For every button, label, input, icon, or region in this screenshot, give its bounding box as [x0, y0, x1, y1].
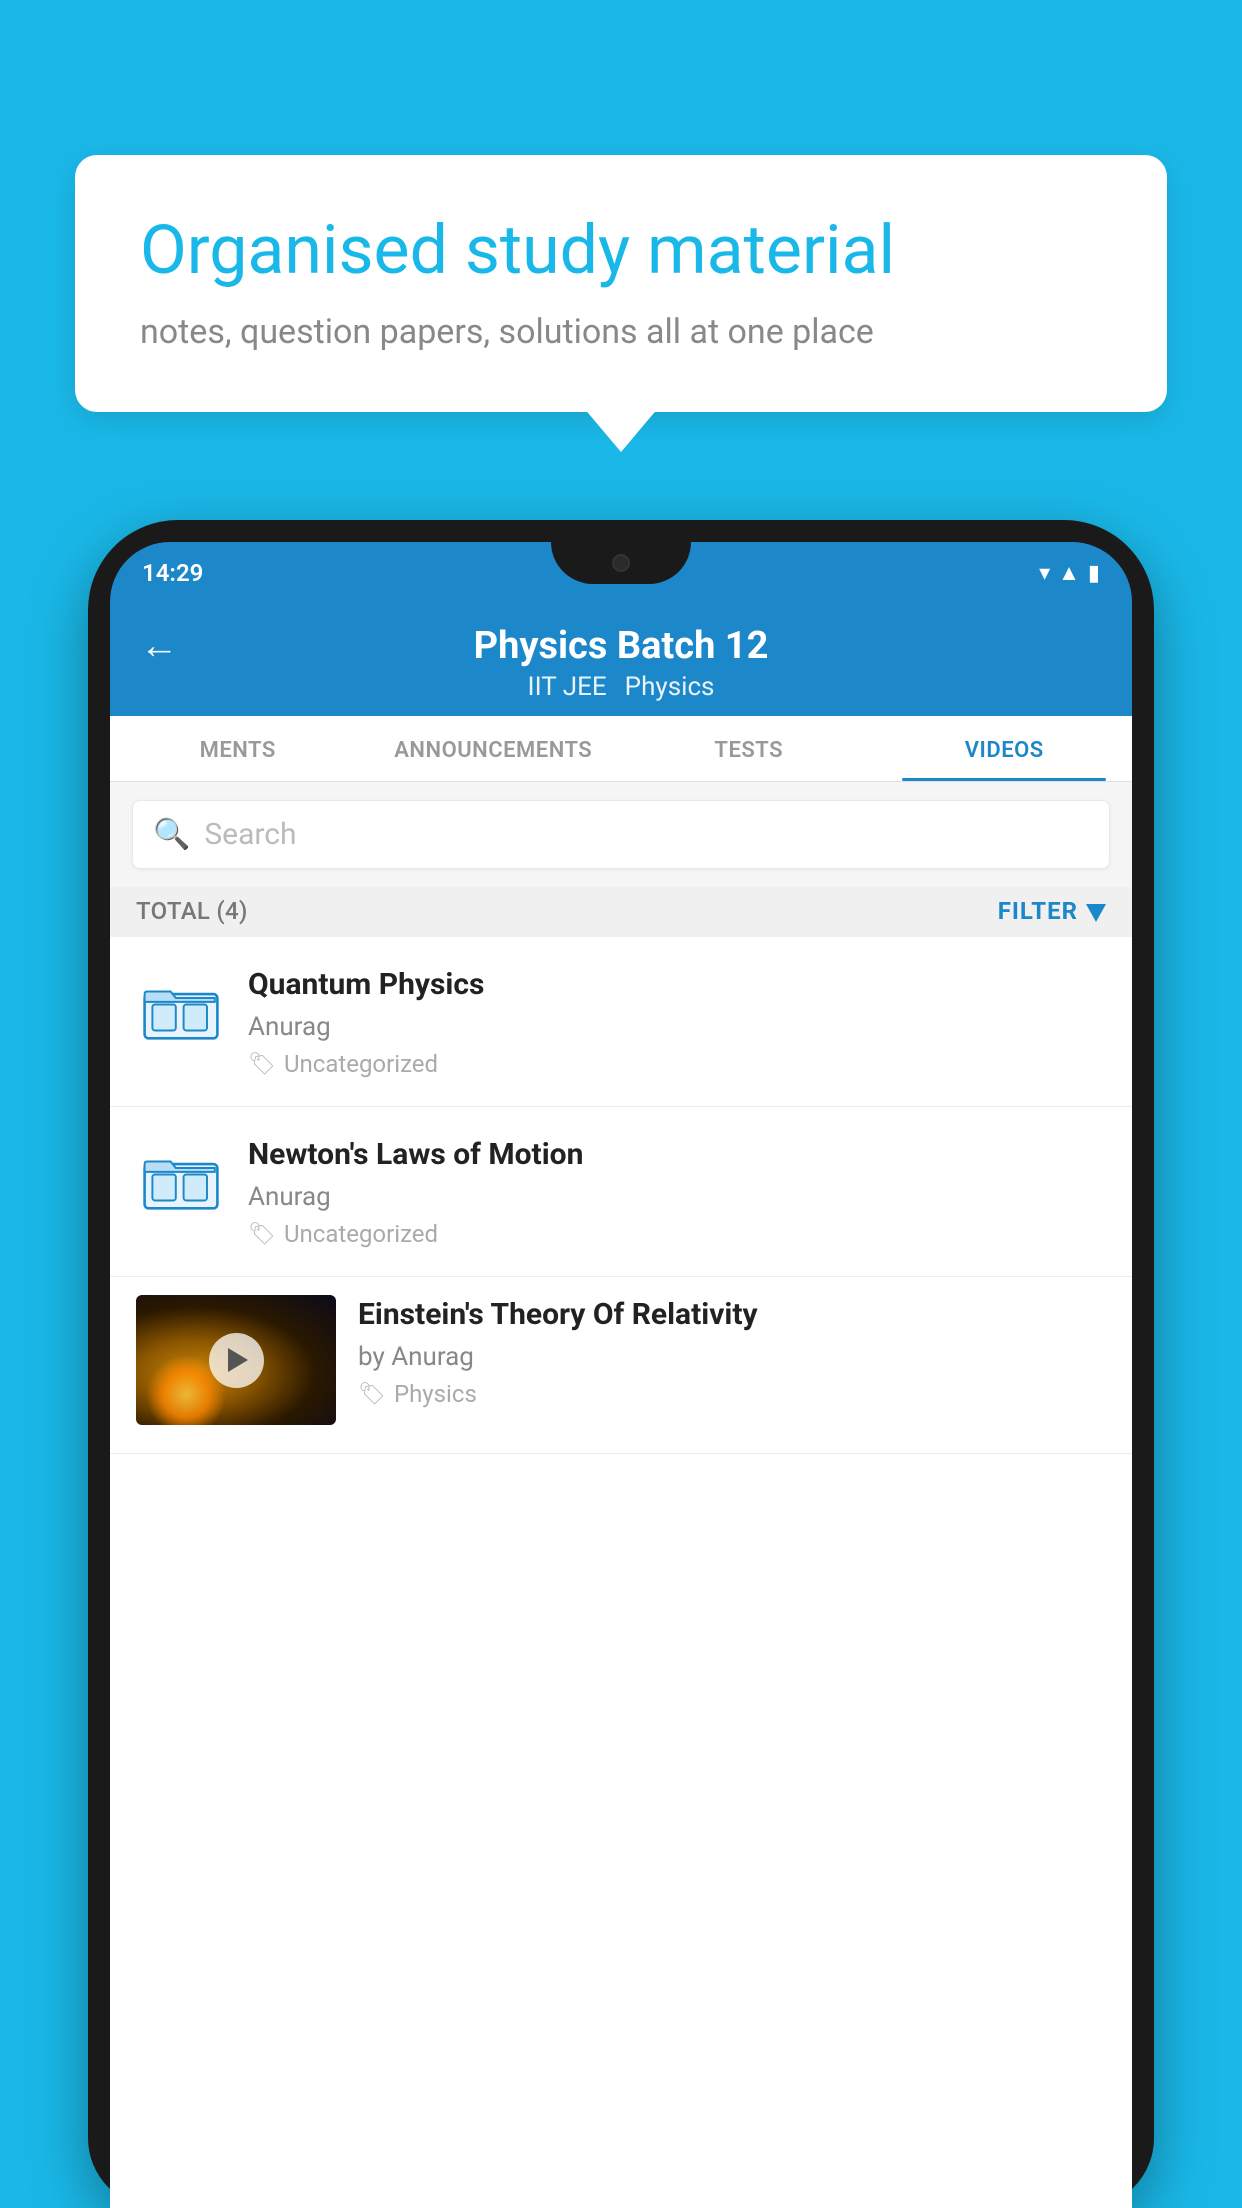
play-icon [228, 1348, 248, 1372]
video-thumbnail [136, 1295, 336, 1425]
filter-icon [1086, 904, 1106, 922]
folder-icon [142, 972, 220, 1050]
tabs-bar: MENTS ANNOUNCEMENTS TESTS VIDEOS [110, 716, 1132, 782]
tag-icon: 🏷 [248, 1222, 276, 1247]
video-tag: 🏷 Uncategorized [248, 1050, 1106, 1078]
video-tag: 🏷 Physics [358, 1380, 1106, 1408]
bubble-subtitle: notes, question papers, solutions all at… [140, 312, 1102, 352]
header-title: Physics Batch 12 [474, 624, 769, 668]
battery-icon: ▮ [1088, 561, 1100, 586]
play-button[interactable] [209, 1333, 264, 1388]
header-row: ← Physics Batch 12 [140, 624, 1102, 668]
list-item[interactable]: Einstein's Theory Of Relativity by Anura… [110, 1277, 1132, 1454]
video-info: Newton's Laws of Motion Anurag 🏷 Uncateg… [248, 1135, 1106, 1248]
list-item[interactable]: Newton's Laws of Motion Anurag 🏷 Uncateg… [110, 1107, 1132, 1277]
speech-bubble: Organised study material notes, question… [75, 155, 1167, 412]
wifi-icon: ▾ [1039, 561, 1050, 586]
status-icons: ▾ ▲ ▮ [1039, 560, 1100, 586]
total-count: TOTAL (4) [136, 897, 248, 925]
video-author: by Anurag [358, 1342, 1106, 1372]
search-placeholder: Search [204, 817, 296, 852]
video-title: Newton's Laws of Motion [248, 1135, 1106, 1174]
tab-announcements[interactable]: ANNOUNCEMENTS [366, 716, 622, 781]
filter-button[interactable]: FILTER [998, 897, 1106, 925]
search-icon: 🔍 [153, 817, 190, 852]
folder-icon [142, 1142, 220, 1220]
status-bar: 14:29 ▾ ▲ ▮ [110, 542, 1132, 604]
video-author: Anurag [248, 1012, 1106, 1042]
back-button[interactable]: ← [140, 624, 178, 668]
tag-icon: 🏷 [248, 1052, 276, 1077]
tag-icon: 🏷 [358, 1382, 386, 1407]
video-author: Anurag [248, 1182, 1106, 1212]
tab-tests[interactable]: TESTS [621, 716, 877, 781]
video-info: Einstein's Theory Of Relativity by Anura… [358, 1295, 1106, 1408]
folder-thumbnail [136, 1135, 226, 1227]
search-bar[interactable]: 🔍 Search [132, 800, 1110, 869]
filter-row: TOTAL (4) FILTER [110, 887, 1132, 937]
video-info: Quantum Physics Anurag 🏷 Uncategorized [248, 965, 1106, 1078]
camera-dot [612, 554, 630, 572]
video-title: Einstein's Theory Of Relativity [358, 1295, 1106, 1334]
phone-notch [551, 542, 691, 584]
tab-ments[interactable]: MENTS [110, 716, 366, 781]
header-subject: Physics [625, 672, 715, 702]
video-title: Quantum Physics [248, 965, 1106, 1004]
tab-videos[interactable]: VIDEOS [877, 716, 1133, 781]
phone-screen: ← Physics Batch 12 IIT JEE Physics MENTS… [110, 604, 1132, 2208]
header-subtitle: IIT JEE Physics [528, 672, 715, 702]
phone-mockup: 14:29 ▾ ▲ ▮ ← Physics Batch 12 IIT JEE P… [88, 520, 1154, 2208]
phone-outer: 14:29 ▾ ▲ ▮ ← Physics Batch 12 IIT JEE P… [88, 520, 1154, 2208]
video-tag: 🏷 Uncategorized [248, 1220, 1106, 1248]
folder-thumbnail [136, 965, 226, 1057]
signal-icon: ▲ [1058, 560, 1080, 586]
app-header: ← Physics Batch 12 IIT JEE Physics [110, 604, 1132, 716]
status-time: 14:29 [142, 559, 203, 587]
header-category: IIT JEE [528, 672, 607, 702]
video-list: Quantum Physics Anurag 🏷 Uncategorized [110, 937, 1132, 2208]
list-item[interactable]: Quantum Physics Anurag 🏷 Uncategorized [110, 937, 1132, 1107]
bubble-title: Organised study material [140, 210, 1102, 292]
